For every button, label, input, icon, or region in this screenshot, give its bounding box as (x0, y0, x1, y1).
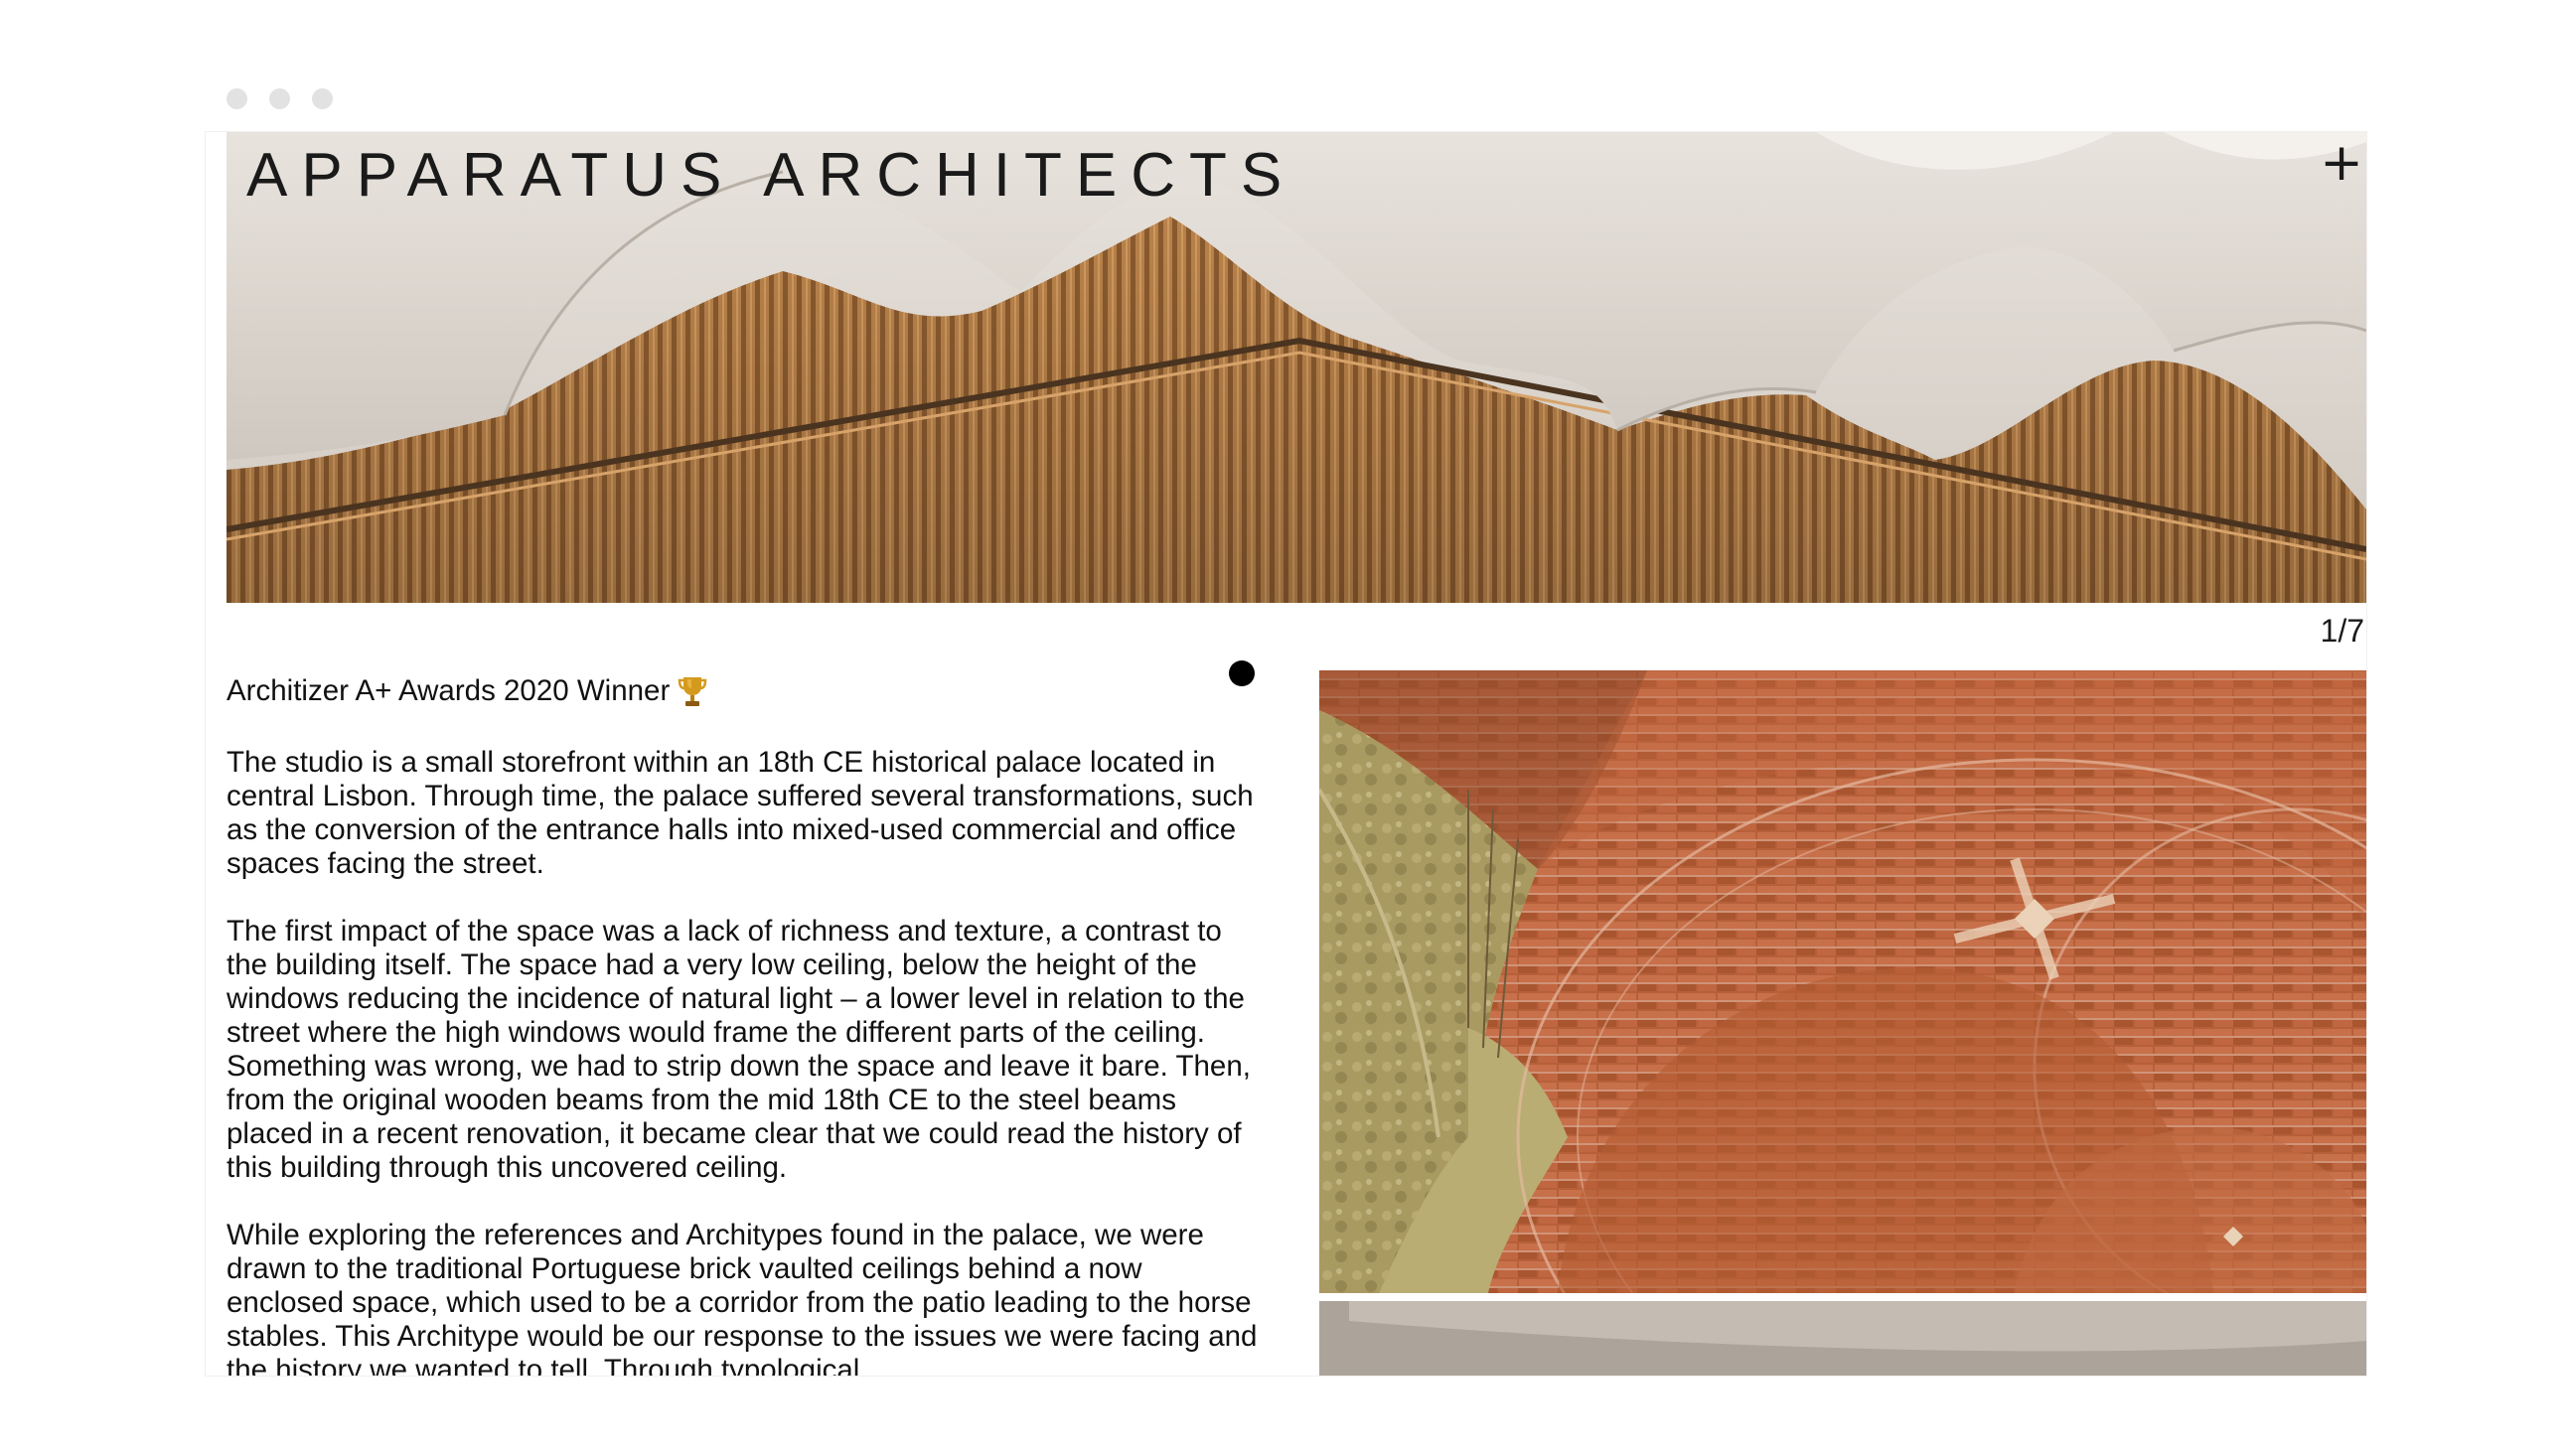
next-photo (1319, 1301, 2366, 1376)
trophy-icon (678, 674, 707, 708)
browser-window: APPARATUS ARCHITECTS + 1/7 Architizer A+… (206, 132, 2366, 1376)
window-controls (227, 88, 333, 109)
slide-counter: 1/7 (2320, 613, 2364, 649)
gallery-image-next[interactable] (1319, 1301, 2366, 1376)
paragraph-1: The studio is a small storefront within … (227, 746, 1254, 880)
brick-vault-photo (1319, 670, 2366, 1293)
window-dot-3 (312, 88, 333, 109)
hero-image-wooden-vaults[interactable]: APPARATUS ARCHITECTS + (227, 132, 2366, 603)
gallery-image-brick-vaults[interactable] (1319, 670, 2366, 1293)
award-line: Architizer A+ Awards 2020 Winner (227, 674, 1260, 708)
paragraph-3: While exploring the references and Archi… (227, 1219, 1258, 1376)
award-title: Architizer A+ Awards 2020 Winner (227, 674, 671, 707)
brand-logo[interactable]: APPARATUS ARCHITECTS (246, 140, 1295, 211)
project-description: Architizer A+ Awards 2020 Winner The stu… (227, 674, 1260, 1376)
window-dot-1 (227, 88, 247, 109)
plus-icon[interactable]: + (2317, 137, 2366, 189)
paragraph-2: The first impact of the space was a lack… (227, 915, 1251, 1184)
window-dot-2 (269, 88, 290, 109)
